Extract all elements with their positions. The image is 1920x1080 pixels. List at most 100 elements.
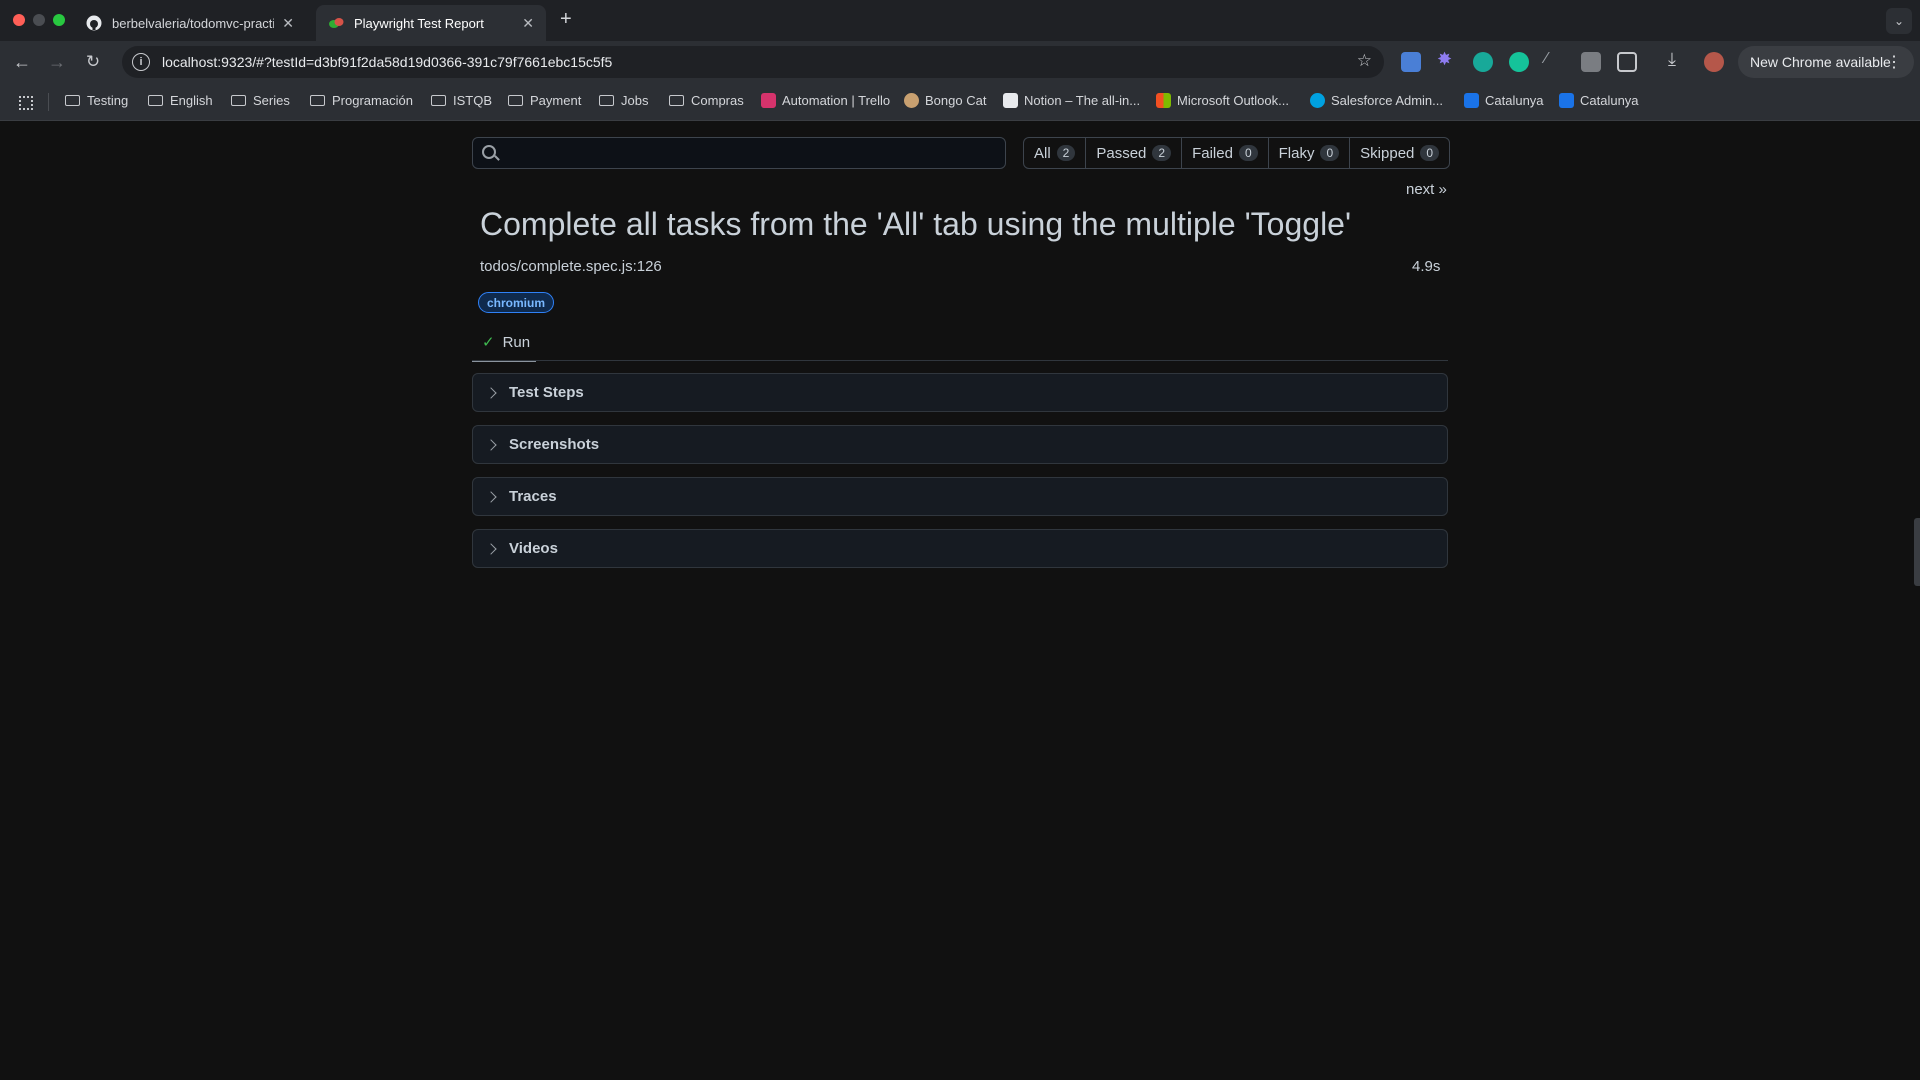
back-button[interactable]: ← — [10, 50, 34, 74]
close-tab-icon[interactable]: ✕ — [522, 15, 534, 32]
chevron-right-icon — [485, 438, 497, 451]
run-tab-label: Run — [502, 333, 531, 351]
tab-title: berbelvaleria/todomvc-practi — [112, 15, 275, 31]
filter-label: Flaky — [1278, 144, 1315, 162]
folder-icon — [599, 95, 614, 106]
browser-tab-github[interactable]: berbelvaleria/todomvc-practi ✕ — [74, 5, 306, 41]
bookmark-salesforce[interactable]: Salesforce Admin... — [1310, 93, 1443, 108]
menu-dots-icon[interactable]: ⋮ — [1886, 52, 1902, 72]
bookmark-folder-testing[interactable]: Testing — [65, 93, 128, 108]
filter-all[interactable]: All 2 — [1024, 138, 1087, 168]
chevron-right-icon — [485, 386, 497, 399]
folder-icon — [65, 95, 80, 106]
notion-icon — [1003, 93, 1018, 108]
translate-extension-icon[interactable] — [1401, 52, 1421, 72]
filter-failed[interactable]: Failed 0 — [1182, 138, 1269, 168]
download-icon[interactable]: ⤓ — [1668, 49, 1688, 69]
folder-icon — [508, 95, 523, 106]
gear-extension-icon[interactable]: ✸ — [1437, 49, 1457, 69]
chevron-down-icon: ⌄ — [1893, 14, 1905, 28]
minimize-window-button[interactable] — [33, 14, 45, 26]
new-chrome-label: New Chrome available — [1750, 54, 1891, 70]
bookmark-notion[interactable]: Notion – The all-in... — [1003, 93, 1140, 108]
filter-count: 2 — [1152, 145, 1172, 161]
bookmark-bongo-cat[interactable]: Bongo Cat — [904, 93, 986, 108]
status-filter-bar: All 2 Passed 2 Failed 0 Flaky 0 Skipped 0 — [1023, 137, 1451, 169]
bookmark-folder-istqb[interactable]: ISTQB — [431, 93, 492, 108]
forward-button[interactable]: → — [45, 50, 69, 74]
puzzle-extensions-icon[interactable] — [1617, 52, 1637, 72]
maximize-window-button[interactable] — [53, 14, 65, 26]
folder-icon — [148, 95, 163, 106]
bookmark-label: Compras — [691, 93, 744, 108]
site-info-icon[interactable]: i — [132, 53, 150, 71]
filter-passed[interactable]: Passed 2 — [1086, 138, 1183, 168]
test-location: todos/complete.spec.js:126 — [480, 258, 662, 275]
bookmark-label: ISTQB — [453, 93, 493, 108]
filter-count: 0 — [1320, 145, 1340, 161]
chevron-right-icon — [485, 490, 497, 503]
next-test-link[interactable]: next » — [1406, 181, 1447, 198]
bookmark-catalunya-1[interactable]: Catalunya — [1464, 93, 1544, 108]
bookmark-star-icon[interactable]: ☆ — [1357, 51, 1372, 71]
close-window-button[interactable] — [13, 14, 25, 26]
bookmark-folder-compras[interactable]: Compras — [669, 93, 744, 108]
grammarly-extension-icon[interactable] — [1509, 52, 1529, 72]
box-extension-icon[interactable] — [1581, 52, 1601, 72]
close-tab-icon[interactable]: ✕ — [282, 15, 294, 32]
filter-count: 0 — [1420, 145, 1440, 161]
bookmark-label: Notion – The all-in... — [1024, 93, 1141, 108]
folder-icon — [231, 95, 246, 106]
reload-button[interactable]: ↻ — [81, 50, 105, 74]
bookmark-label: English — [170, 93, 213, 108]
bookmark-label: Automation | Trello — [782, 93, 891, 108]
section-traces[interactable]: Traces — [472, 477, 1448, 516]
feather-extension-icon[interactable]: ⁄ — [1545, 50, 1565, 70]
filter-count: 2 — [1056, 145, 1076, 161]
chevron-right-icon — [485, 542, 497, 555]
profile-avatar[interactable] — [1704, 52, 1724, 72]
bookmark-folder-payment[interactable]: Payment — [508, 93, 581, 108]
bookmark-trello[interactable]: Automation | Trello — [761, 93, 890, 108]
filter-label: Skipped — [1360, 144, 1415, 162]
catalunya-icon — [1464, 93, 1479, 108]
filter-skipped[interactable]: Skipped 0 — [1350, 138, 1449, 168]
m-extension-icon[interactable] — [1473, 52, 1493, 72]
search-input[interactable] — [472, 137, 1006, 169]
tab-run[interactable]: ✓ Run — [472, 324, 536, 362]
bookmarks-divider — [48, 93, 49, 111]
github-icon — [86, 15, 102, 31]
section-test-steps[interactable]: Test Steps — [472, 373, 1448, 412]
section-videos[interactable]: Videos — [472, 529, 1448, 568]
search-icon — [482, 145, 496, 159]
bookmark-folder-jobs[interactable]: Jobs — [599, 93, 648, 108]
salesforce-icon — [1310, 93, 1325, 108]
bookmarks-bar: Testing English Series Programación ISTQ… — [0, 83, 1920, 121]
bookmark-label: Payment — [530, 93, 582, 108]
folder-icon — [310, 95, 325, 106]
apps-grid-icon[interactable] — [19, 96, 33, 110]
filter-flaky[interactable]: Flaky 0 — [1269, 138, 1351, 168]
browser-tab-playwright[interactable]: Playwright Test Report ✕ — [316, 5, 546, 41]
tab-search-button[interactable]: ⌄ — [1886, 8, 1912, 34]
bookmark-label: Bongo Cat — [925, 93, 987, 108]
project-badge[interactable]: chromium — [478, 292, 555, 313]
scrollbar-handle[interactable] — [1914, 518, 1920, 586]
new-chrome-available-button[interactable]: New Chrome available ⋮ — [1738, 46, 1914, 78]
bookmark-label: Testing — [87, 93, 129, 108]
url-text[interactable]: localhost:9323/#?testId=d3bf91f2da58d19d… — [162, 54, 612, 70]
section-screenshots[interactable]: Screenshots — [472, 425, 1448, 464]
test-title: Complete all tasks from the 'All' tab us… — [480, 206, 1352, 242]
bookmark-catalunya-2[interactable]: Catalunya — [1559, 93, 1639, 108]
bookmark-folder-english[interactable]: English — [148, 93, 213, 108]
bookmark-folder-series[interactable]: Series — [231, 93, 290, 108]
bookmark-label: Jobs — [621, 93, 649, 108]
bookmark-outlook[interactable]: Microsoft Outlook... — [1156, 93, 1289, 108]
bookmark-folder-programacion[interactable]: Programación — [310, 93, 413, 108]
new-tab-button[interactable]: + — [560, 8, 572, 31]
address-bar[interactable]: i localhost:9323/#?testId=d3bf91f2da58d1… — [122, 46, 1384, 78]
section-label: Test Steps — [509, 384, 584, 401]
bongo-cat-icon — [904, 93, 919, 108]
section-label: Videos — [509, 540, 558, 557]
folder-icon — [431, 95, 446, 106]
